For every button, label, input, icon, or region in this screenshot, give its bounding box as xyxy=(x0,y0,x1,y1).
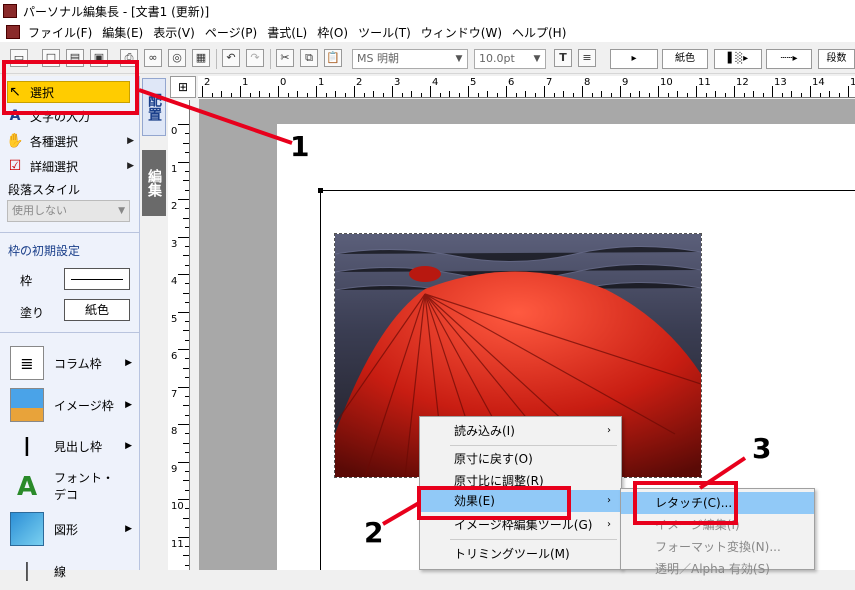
annotation-number-1: 1 xyxy=(290,130,310,163)
annotation-number-3: 3 xyxy=(752,432,772,465)
annotation-box-3 xyxy=(633,481,738,525)
annotation-box-2 xyxy=(417,486,571,520)
annotation-number-2: 2 xyxy=(364,516,384,549)
